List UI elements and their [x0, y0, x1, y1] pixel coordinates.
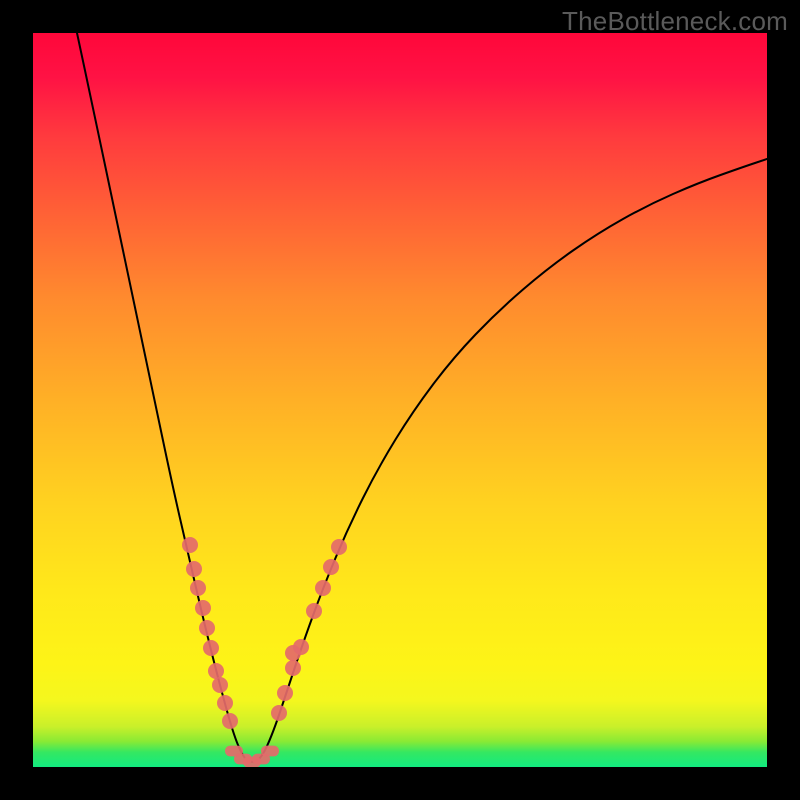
curve-svg: [33, 33, 767, 767]
image-canvas: TheBottleneck.com: [0, 0, 800, 800]
scatter-dots: [182, 537, 347, 767]
watermark-text: TheBottleneck.com: [562, 6, 788, 37]
gradient-plot-area: [33, 33, 767, 767]
v-curve: [77, 33, 767, 762]
